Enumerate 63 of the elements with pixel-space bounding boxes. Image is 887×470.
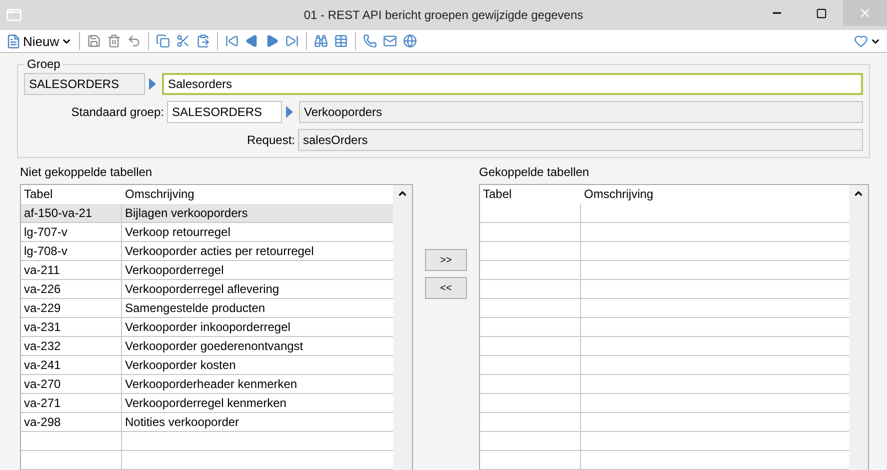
table-row[interactable]: va-211 Verkooporderregel bbox=[21, 261, 393, 280]
table-row[interactable]: va-270 Verkooporderheader kenmerken bbox=[21, 375, 393, 394]
table-row[interactable]: va-231 Verkooporder inkooporderregel bbox=[21, 318, 393, 337]
window-title: 01 - REST API bericht groepen gewijzigde gegevens bbox=[304, 8, 584, 22]
table-cell: va-226 bbox=[21, 280, 122, 298]
table-row[interactable]: va-298 Notities verkooporder bbox=[21, 413, 393, 432]
phone-icon[interactable] bbox=[361, 33, 380, 49]
table-cell: va-231 bbox=[21, 318, 122, 336]
table-cell-text: Verkooporder kosten bbox=[124, 357, 237, 374]
unlinked-tables-title: Niet gekoppelde tabellen bbox=[20, 165, 154, 179]
table-cell: va-270 bbox=[21, 375, 122, 393]
remove-button[interactable]: << bbox=[425, 277, 467, 299]
table-row[interactable]: va-226 Verkooporderregel aflevering bbox=[21, 280, 393, 299]
table-cell-text: Bijlagen verkooporders bbox=[124, 205, 249, 222]
binoculars-icon[interactable] bbox=[312, 33, 330, 49]
table-row[interactable]: va-241 Verkooporder kosten bbox=[21, 356, 393, 375]
copy-icon[interactable] bbox=[154, 33, 172, 49]
standard-group-label: Standaard groep: bbox=[70, 105, 164, 119]
table-cell: va-229 bbox=[21, 299, 122, 317]
new-button[interactable]: Nieuw bbox=[4, 32, 74, 50]
maximize-icon[interactable] bbox=[816, 8, 826, 18]
standard-group-name-field[interactable]: Verkooporders bbox=[299, 101, 863, 123]
table-cell-text: Verkooporderheader kenmerken bbox=[124, 376, 298, 393]
globe-icon[interactable] bbox=[401, 33, 420, 49]
table-row[interactable]: af-150-va-21 Bijlagen verkooporders bbox=[21, 204, 393, 223]
heart-icon[interactable] bbox=[854, 34, 868, 48]
table-cell-text: Verkooporder inkooporderregel bbox=[124, 319, 292, 336]
table-row[interactable]: lg-708-v Verkooporder acties per retourregel bbox=[21, 242, 393, 261]
table-cell-text: Verkooporderregel bbox=[124, 262, 225, 279]
arrow-icon[interactable] bbox=[285, 105, 294, 119]
table-cell-text: Verkoop retourregel bbox=[124, 224, 232, 241]
column-header[interactable]: Tabel bbox=[480, 185, 581, 203]
table-cell: va-241 bbox=[21, 356, 122, 374]
table-row[interactable]: va-232 Verkooporder goederenontvangst bbox=[21, 337, 393, 356]
table-cell: va-271 bbox=[21, 394, 122, 412]
group-legend: Groep bbox=[24, 57, 64, 71]
mail-icon[interactable] bbox=[381, 33, 400, 49]
table-cell-text: Verkooporderregel kenmerken bbox=[124, 395, 288, 412]
table-cell: af-150-va-21 bbox=[21, 204, 122, 222]
table-cell-text: Notities verkooporder bbox=[124, 414, 240, 431]
table-cell-text: Verkooporderregel aflevering bbox=[124, 281, 280, 298]
document-icon[interactable] bbox=[6, 34, 21, 48]
table-row[interactable]: va-229 Samengestelde producten bbox=[21, 299, 393, 318]
table-cell: va-232 bbox=[21, 337, 122, 355]
table-row[interactable]: va-271 Verkooporderregel kenmerken bbox=[21, 394, 393, 413]
add-button[interactable]: >> bbox=[425, 249, 467, 271]
arrow-icon[interactable] bbox=[148, 77, 157, 91]
group-name-field[interactable]: Salesorders bbox=[162, 73, 863, 95]
table-cell-text: Verkooporder goederenontvangst bbox=[124, 338, 304, 355]
table-row[interactable]: lg-707-v Verkoop retourregel bbox=[21, 223, 393, 242]
request-field[interactable]: salesOrders bbox=[298, 129, 863, 151]
table-cell: va-298 bbox=[21, 413, 122, 431]
app-icon bbox=[6, 7, 22, 23]
table-cell: lg-707-v bbox=[21, 223, 122, 241]
request-label: Request: bbox=[246, 133, 295, 147]
group-code-field[interactable]: SALESORDERS bbox=[24, 73, 145, 95]
table-cell-text: Verkooporder acties per retourregel bbox=[124, 243, 315, 260]
table-cell: va-211 bbox=[21, 261, 122, 279]
column-header[interactable]: Tabel bbox=[21, 185, 122, 203]
standard-group-field[interactable]: SALESORDERS bbox=[167, 101, 282, 123]
table-cell-text: Samengestelde producten bbox=[124, 300, 266, 317]
linked-tables-title: Gekoppelde tabellen bbox=[479, 165, 590, 179]
table-cell: lg-708-v bbox=[21, 242, 122, 260]
